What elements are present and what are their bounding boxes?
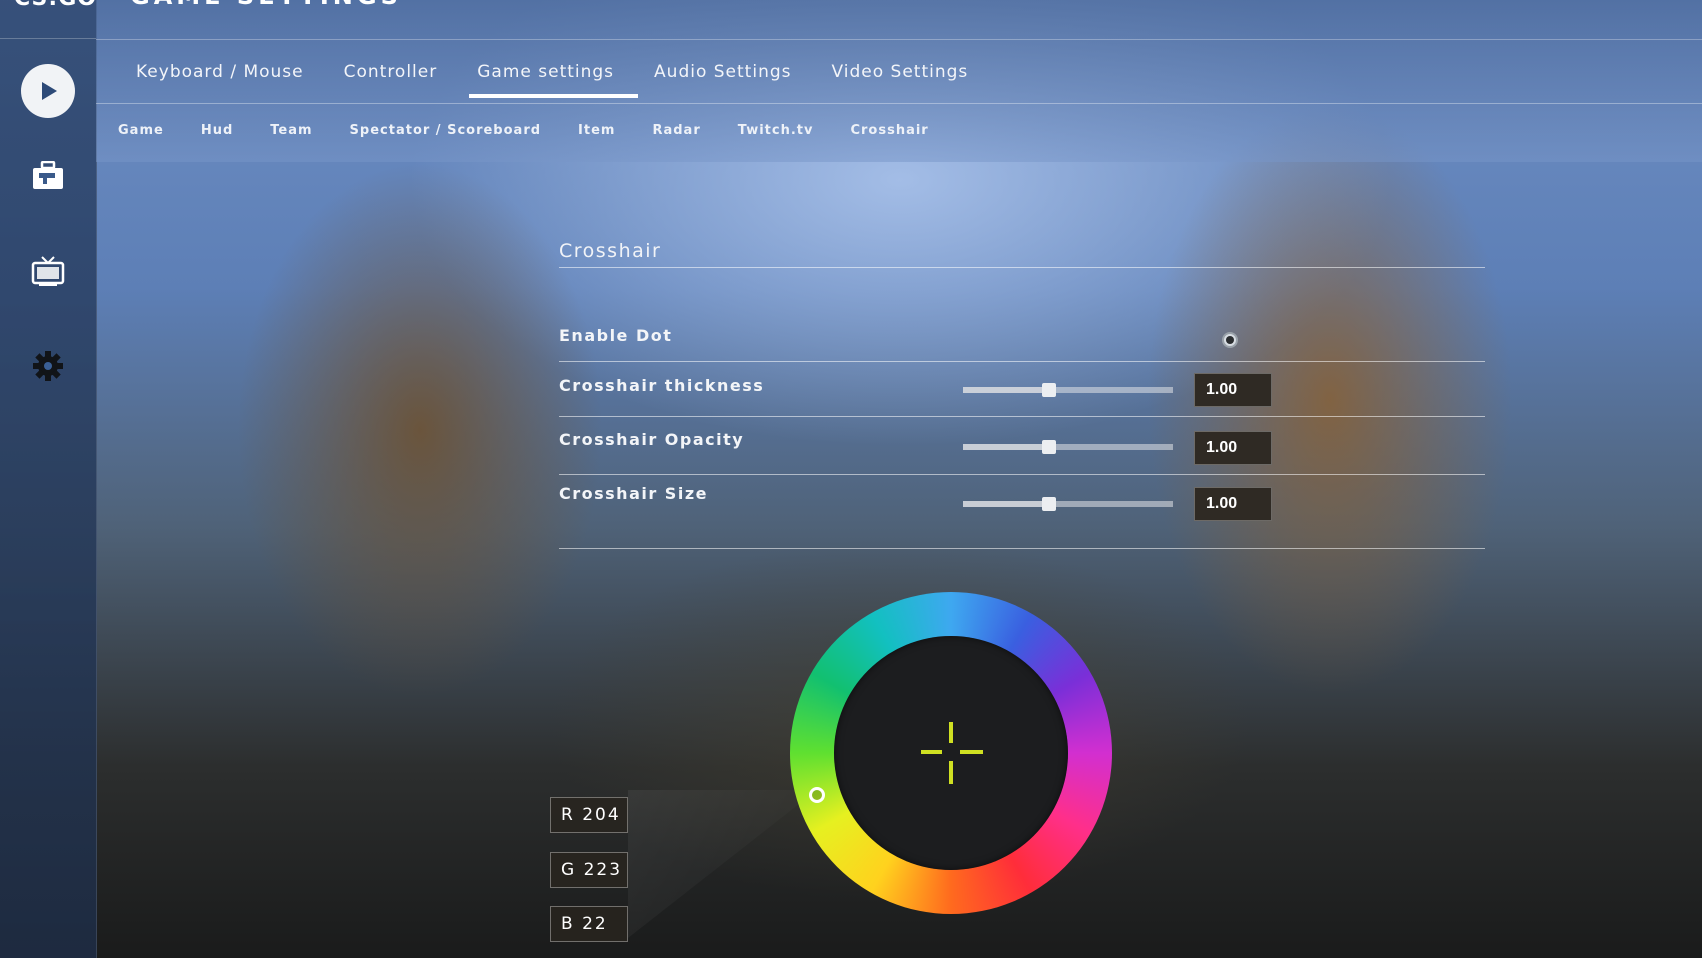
color-picker-connector xyxy=(628,790,798,938)
tab-audio-settings[interactable]: Audio Settings xyxy=(634,52,811,96)
subtab-item[interactable]: Item xyxy=(578,123,615,138)
logo: CS:GO xyxy=(14,0,97,11)
crosshair-center-gap xyxy=(942,743,960,761)
inventory-button[interactable] xyxy=(20,150,76,206)
slider-fill xyxy=(963,501,1050,507)
header-divider xyxy=(96,39,1702,40)
play-button[interactable] xyxy=(20,63,76,119)
row-divider xyxy=(559,361,1485,362)
slider-fill xyxy=(963,444,1050,450)
thickness-label: Crosshair thickness xyxy=(559,376,765,395)
subtab-twitch[interactable]: Twitch.tv xyxy=(738,123,814,138)
blue-value-input[interactable]: B 22 xyxy=(550,906,628,942)
slider-thumb[interactable] xyxy=(1042,440,1057,454)
tabs-divider xyxy=(96,103,1702,104)
slider-fill xyxy=(963,387,1050,393)
inventory-icon xyxy=(31,160,65,195)
row-divider xyxy=(559,416,1485,417)
tab-game-settings[interactable]: Game settings xyxy=(457,52,638,98)
tab-controller[interactable]: Controller xyxy=(324,52,458,96)
sidebar: CS:GO xyxy=(0,0,97,958)
watch-button[interactable] xyxy=(20,245,76,301)
row-divider xyxy=(559,474,1485,475)
green-value-input[interactable]: G 223 xyxy=(550,852,628,888)
tv-icon xyxy=(31,255,65,291)
enable-dot-label: Enable Dot xyxy=(559,326,673,345)
play-icon xyxy=(21,64,75,118)
subtab-spectator-scoreboard[interactable]: Spectator / Scoreboard xyxy=(350,123,542,138)
size-value-input[interactable]: 1.00 xyxy=(1194,487,1272,521)
section-divider xyxy=(559,267,1485,268)
radio-selected-dot xyxy=(1226,336,1234,344)
tab-keyboard-mouse[interactable]: Keyboard / Mouse xyxy=(116,52,324,96)
section-title: Crosshair xyxy=(559,240,662,262)
slider-thumb[interactable] xyxy=(1042,383,1057,397)
slider-thumb[interactable] xyxy=(1042,497,1057,511)
opacity-label: Crosshair Opacity xyxy=(559,430,745,449)
settings-button[interactable] xyxy=(20,340,76,396)
sub-tabs: Game Hud Team Spectator / Scoreboard Ite… xyxy=(118,123,966,138)
thickness-value-input[interactable]: 1.00 xyxy=(1194,373,1272,407)
red-value-input[interactable]: R 204 xyxy=(550,797,628,833)
crosshair-preview xyxy=(834,636,1068,870)
section-bottom-divider xyxy=(559,548,1485,549)
subtab-game[interactable]: Game xyxy=(118,123,164,138)
thickness-slider[interactable] xyxy=(963,383,1173,397)
subtab-crosshair[interactable]: Crosshair xyxy=(850,123,928,138)
size-slider[interactable] xyxy=(963,497,1173,511)
size-label: Crosshair Size xyxy=(559,484,708,503)
subtab-team[interactable]: Team xyxy=(270,123,312,138)
subtab-radar[interactable]: Radar xyxy=(652,123,700,138)
color-wheel[interactable] xyxy=(790,592,1112,914)
main-tabs: Keyboard / Mouse Controller Game setting… xyxy=(116,52,989,98)
opacity-slider[interactable] xyxy=(963,440,1173,454)
opacity-value-input[interactable]: 1.00 xyxy=(1194,431,1272,465)
color-wheel-handle[interactable] xyxy=(809,787,825,803)
tab-video-settings[interactable]: Video Settings xyxy=(812,52,989,96)
sidebar-divider xyxy=(0,38,96,39)
page-title: GAME SETTINGS xyxy=(130,0,402,10)
gear-icon xyxy=(32,350,64,386)
enable-dot-radio[interactable] xyxy=(1222,332,1238,348)
subtab-hud[interactable]: Hud xyxy=(201,123,233,138)
